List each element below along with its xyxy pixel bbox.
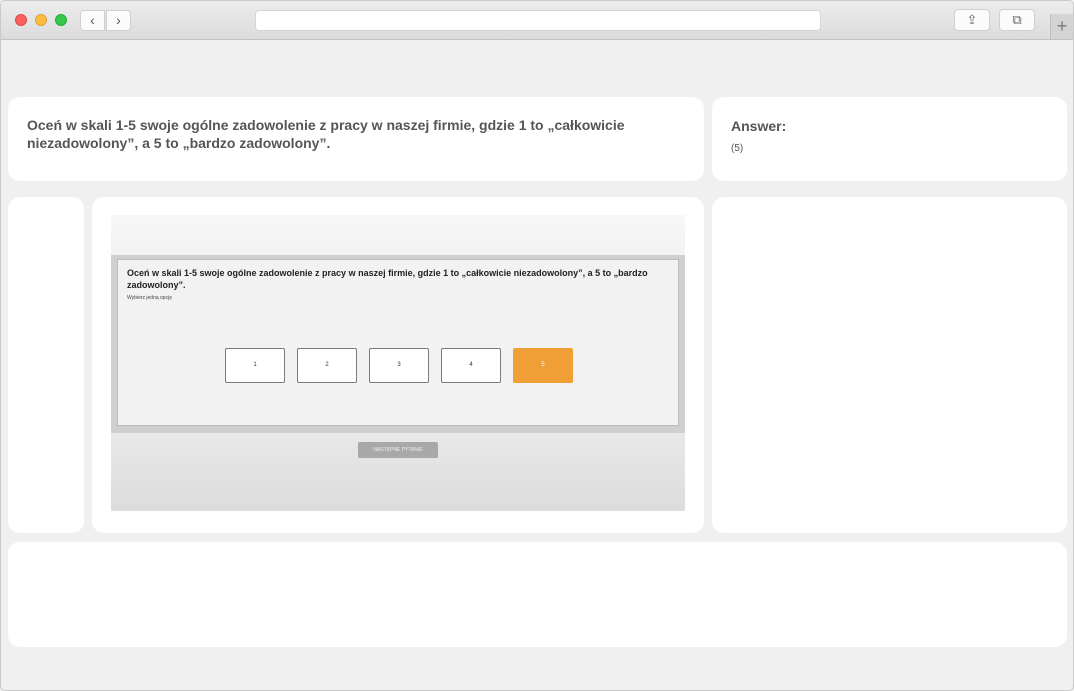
close-window-icon[interactable]	[15, 14, 27, 26]
right-panel	[712, 197, 1067, 533]
zoom-window-icon[interactable]	[55, 14, 67, 26]
survey-question-box: Oceń w skali 1-5 swoje ogólne zadowoleni…	[117, 259, 679, 426]
bottom-panel	[8, 542, 1067, 647]
share-icon: ⇪	[966, 12, 978, 27]
answer-heading: Answer:	[731, 118, 787, 134]
survey-screenshot: Oceń w skali 1-5 swoje ogólne zadowoleni…	[111, 215, 685, 511]
survey-hint: Wybierz jedną opcję	[127, 295, 172, 301]
left-panel	[8, 197, 84, 533]
survey-question: Oceń w skali 1-5 swoje ogólne zadowoleni…	[127, 268, 648, 290]
rating-option-4[interactable]: 4	[441, 348, 501, 383]
plus-icon: +	[1056, 16, 1068, 36]
tabs-icon: ⧉	[1012, 12, 1022, 27]
rating-option-5[interactable]: 5	[513, 348, 573, 383]
address-bar[interactable]	[255, 10, 821, 31]
answer-value: (5)	[731, 143, 744, 154]
answer-panel: Answer: (5)	[712, 97, 1067, 181]
rating-option-2[interactable]: 2	[297, 348, 357, 383]
share-button[interactable]: ⇪	[954, 9, 990, 31]
new-tab-button[interactable]: +	[1050, 14, 1073, 39]
chevron-left-icon: ‹	[90, 12, 95, 28]
browser-window: ‹ › ⇪ ⧉ + Oceń w skali 1-5 swoje ogólne …	[0, 0, 1074, 691]
question-panel: Oceń w skali 1-5 swoje ogólne zadowoleni…	[8, 97, 704, 181]
survey-frame: Oceń w skali 1-5 swoje ogólne zadowoleni…	[111, 255, 685, 433]
rating-option-3[interactable]: 3	[369, 348, 429, 383]
rating-option-1[interactable]: 1	[225, 348, 285, 383]
question-text: Oceń w skali 1-5 swoje ogólne zadowoleni…	[27, 117, 625, 151]
back-button[interactable]: ‹	[80, 10, 105, 31]
browser-toolbar: ‹ › ⇪ ⧉ +	[1, 1, 1073, 40]
screenshot-panel: Oceń w skali 1-5 swoje ogólne zadowoleni…	[92, 197, 704, 533]
minimize-window-icon[interactable]	[35, 14, 47, 26]
chevron-right-icon: ›	[116, 12, 121, 28]
forward-button[interactable]: ›	[106, 10, 131, 31]
show-tabs-button[interactable]: ⧉	[999, 9, 1035, 31]
next-question-button[interactable]: NASTĘPNE PYTANIE	[358, 442, 438, 458]
